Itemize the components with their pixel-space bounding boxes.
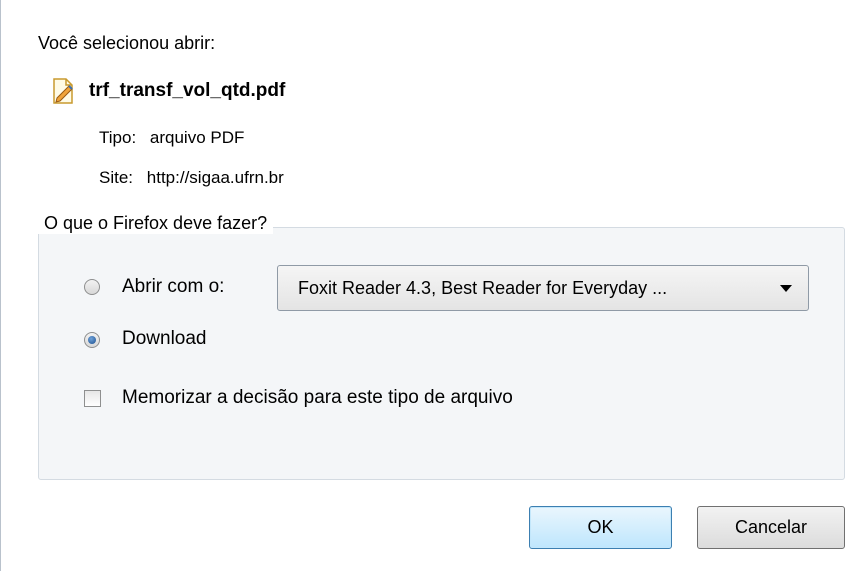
- type-value: arquivo PDF: [149, 128, 245, 147]
- type-label: Tipo:: [99, 128, 137, 147]
- open-with-label-text: Abrir com o:: [122, 276, 225, 297]
- ok-button[interactable]: OK: [529, 506, 672, 549]
- remember-checkbox[interactable]: [84, 390, 101, 407]
- group-title: O que o Firefox deve fazer?: [38, 213, 274, 234]
- download-label[interactable]: Download: [122, 328, 207, 350]
- file-site-row: Site: http://sigaa.ufrn.br: [99, 168, 284, 188]
- open-with-radio[interactable]: [84, 279, 100, 295]
- open-with-label[interactable]: Abrir com o:: [122, 276, 224, 298]
- download-dialog: Você selecionou abrir: trf_transf_vol_qt…: [0, 0, 866, 571]
- chevron-down-icon: [780, 284, 792, 292]
- download-radio[interactable]: [84, 332, 100, 348]
- remember-label[interactable]: Memorizar a decisão para este tipo de ar…: [122, 387, 513, 409]
- site-label: Site:: [99, 168, 134, 187]
- file-row: trf_transf_vol_qtd.pdf: [51, 77, 285, 105]
- pdf-edit-icon: [51, 77, 77, 105]
- site-value: http://sigaa.ufrn.br: [146, 168, 284, 187]
- open-with-app-select[interactable]: Foxit Reader 4.3, Best Reader for Everyd…: [277, 265, 809, 311]
- file-type-row: Tipo: arquivo PDF: [99, 128, 244, 148]
- file-name: trf_transf_vol_qtd.pdf: [89, 80, 286, 101]
- remember-label-text: Memorizar a decisão para este tipo de ar…: [122, 387, 513, 408]
- download-label-text: Download: [122, 328, 207, 349]
- intro-text: Você selecionou abrir:: [38, 33, 216, 53]
- cancel-button[interactable]: Cancelar: [697, 506, 845, 549]
- open-with-app-value: Foxit Reader 4.3, Best Reader for Everyd…: [298, 277, 668, 298]
